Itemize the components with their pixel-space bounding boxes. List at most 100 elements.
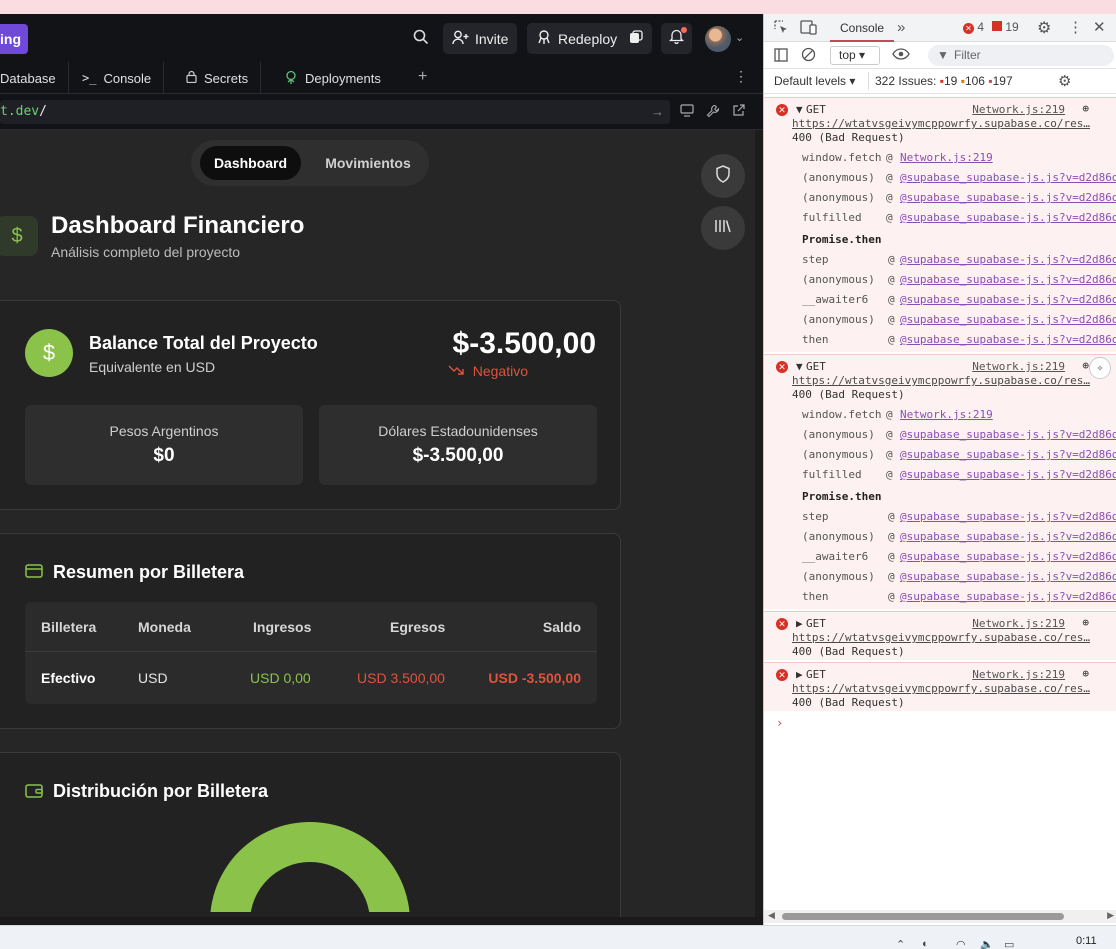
issues-link[interactable]: 322 Issues: ▪19 ▪106 ▪197: [875, 74, 1013, 88]
shield-button[interactable]: [701, 154, 745, 198]
stack-frame-at: @: [888, 333, 895, 346]
expand-triangle-icon[interactable]: ▼: [796, 103, 803, 116]
console-error-entry[interactable]: ✕ ▼ GET Network.js:219 ⊕ https://wtatvsg…: [764, 97, 1116, 352]
scroll-left-icon[interactable]: ◀: [768, 910, 775, 921]
redeploy-button[interactable]: Redeploy: [527, 23, 653, 54]
library-button[interactable]: [701, 206, 745, 250]
console-settings-icon[interactable]: ⚙: [1058, 72, 1071, 90]
console-prompt-icon[interactable]: ›: [776, 716, 783, 730]
scroll-right-icon[interactable]: ▶: [1107, 910, 1114, 921]
request-url[interactable]: https://wtatvsgeivymcppowrfy.supabase.co…: [792, 374, 1090, 387]
battery-icon[interactable]: ▭: [1004, 938, 1014, 949]
pesos-value: $0: [153, 445, 175, 466]
issues-counter[interactable]: 19: [992, 20, 1019, 34]
url-input[interactable]: t.dev/ →: [0, 100, 670, 124]
stack-frame-link[interactable]: @supabase_supabase-js.js?v=d2d86d: [900, 273, 1116, 286]
error-counter[interactable]: ✕ 4: [963, 20, 984, 34]
source-link[interactable]: Network.js:219: [972, 617, 1065, 630]
async-boundary: Promise.then: [802, 490, 882, 503]
content-scrollbar[interactable]: [755, 130, 763, 917]
settings-gear-icon[interactable]: ⚙: [1037, 18, 1051, 38]
eye-icon[interactable]: [892, 47, 910, 64]
tab-database[interactable]: Database: [0, 62, 69, 94]
filter-icon: ▼: [937, 48, 949, 62]
stack-frame-link[interactable]: @supabase_supabase-js.js?v=d2d86d: [900, 293, 1116, 306]
console-error-entry[interactable]: ✕ ▼ GET Network.js:219 ⊕ ✧ https://wtatv…: [764, 354, 1116, 609]
more-tabs-icon[interactable]: »: [897, 19, 905, 36]
request-url[interactable]: https://wtatvsgeivymcppowrfy.supabase.co…: [792, 682, 1090, 695]
default-levels-label: Default levels: [774, 74, 847, 88]
stack-frame-link[interactable]: @supabase_supabase-js.js?v=d2d86d: [900, 171, 1116, 184]
stack-frame-link[interactable]: @supabase_supabase-js.js?v=d2d86d: [900, 211, 1116, 224]
expand-triangle-icon[interactable]: ▼: [796, 360, 803, 373]
donut-slice-efectivo[interactable]: [210, 822, 410, 912]
stack-icon[interactable]: [629, 30, 643, 47]
tab-movimientos[interactable]: Movimientos: [313, 146, 423, 180]
source-link[interactable]: Network.js:219: [972, 103, 1065, 116]
monitor-icon[interactable]: [680, 104, 694, 120]
volume-icon[interactable]: 🔈: [980, 938, 994, 949]
scrollbar-thumb[interactable]: [782, 913, 1064, 920]
stack-frame-link[interactable]: @supabase_supabase-js.js?v=d2d86d: [900, 590, 1116, 603]
translate-icon[interactable]: ⊕: [1082, 616, 1089, 629]
external-link-icon[interactable]: [732, 104, 745, 120]
stack-frame-link[interactable]: @supabase_supabase-js.js?v=d2d86d: [900, 191, 1116, 204]
page-title: Dashboard Financiero: [51, 212, 305, 239]
inspect-element-icon[interactable]: [774, 20, 789, 38]
filter-input[interactable]: ▼ Filter: [928, 45, 1114, 66]
divider: [868, 72, 869, 90]
brand-button[interactable]: ing: [0, 24, 28, 54]
default-levels-select[interactable]: Default levels ▾: [774, 74, 855, 88]
invite-button[interactable]: Invite: [443, 23, 518, 54]
search-icon[interactable]: [413, 29, 429, 49]
stack-frame-link[interactable]: @supabase_supabase-js.js?v=d2d86d: [900, 253, 1116, 266]
device-toolbar-icon[interactable]: [800, 20, 817, 38]
add-user-icon: [452, 30, 469, 48]
stack-frame-link[interactable]: @supabase_supabase-js.js?v=d2d86d: [900, 428, 1116, 441]
close-icon[interactable]: ✕: [1093, 18, 1106, 36]
stack-frame-link[interactable]: Network.js:219: [900, 408, 993, 421]
stack-frame-link[interactable]: @supabase_supabase-js.js?v=d2d86d: [900, 530, 1116, 543]
more-vertical-icon[interactable]: ⋮: [734, 68, 748, 85]
wrench-icon[interactable]: [706, 104, 720, 121]
request-url[interactable]: https://wtatvsgeivymcppowrfy.supabase.co…: [792, 117, 1090, 130]
console-horizontal-scrollbar[interactable]: ◀ ▶: [764, 910, 1116, 923]
go-arrow-icon[interactable]: →: [651, 100, 664, 124]
expand-triangle-icon[interactable]: ▶: [796, 668, 803, 681]
tab-console[interactable]: Console: [830, 14, 895, 42]
tab-deployments[interactable]: Deployments: [272, 62, 393, 94]
source-link[interactable]: Network.js:219: [972, 360, 1065, 373]
translate-icon[interactable]: ⊕: [1082, 667, 1089, 680]
request-url[interactable]: https://wtatvsgeivymcppowrfy.supabase.co…: [792, 631, 1090, 644]
tab-secrets[interactable]: Secrets: [174, 62, 262, 94]
stack-frame-link[interactable]: Network.js:219: [900, 151, 993, 164]
notifications-button[interactable]: [661, 23, 692, 54]
expand-triangle-icon[interactable]: ▶: [796, 617, 803, 630]
chevron-down-icon[interactable]: ⌄: [735, 31, 744, 44]
tab-console[interactable]: >_ Console: [70, 62, 165, 94]
stack-frame-link[interactable]: @supabase_supabase-js.js?v=d2d86d: [900, 468, 1116, 481]
filter-placeholder: Filter: [954, 48, 981, 62]
stack-frame-link[interactable]: @supabase_supabase-js.js?v=d2d86d: [900, 333, 1116, 346]
context-select[interactable]: top ▾: [830, 46, 880, 65]
source-link[interactable]: Network.js:219: [972, 668, 1065, 681]
avatar[interactable]: [705, 26, 731, 52]
translate-icon[interactable]: ⊕: [1082, 102, 1089, 115]
translate-icon[interactable]: ⊕: [1082, 359, 1089, 372]
console-error-entry[interactable]: ✕ ▶ GET Network.js:219 ⊕ https://wtatvsg…: [764, 662, 1116, 711]
console-error-entry[interactable]: ✕ ▶ GET Network.js:219 ⊕ https://wtatvsg…: [764, 611, 1116, 660]
sidebar-toggle-icon[interactable]: [774, 48, 788, 65]
stack-frame-link[interactable]: @supabase_supabase-js.js?v=d2d86d: [900, 510, 1116, 523]
new-tab-icon[interactable]: +: [418, 68, 427, 86]
clear-console-icon[interactable]: [801, 47, 816, 65]
stack-frame-link[interactable]: @supabase_supabase-js.js?v=d2d86d: [900, 448, 1116, 461]
circle-icon[interactable]: ◐: [922, 938, 929, 949]
stack-frame-link[interactable]: @supabase_supabase-js.js?v=d2d86d: [900, 313, 1116, 326]
wifi-icon[interactable]: ◠: [956, 938, 966, 949]
ai-insight-icon[interactable]: ✧: [1089, 357, 1111, 379]
chevron-up-icon[interactable]: ⌃: [896, 938, 905, 949]
tab-dashboard[interactable]: Dashboard: [200, 146, 301, 180]
stack-frame-link[interactable]: @supabase_supabase-js.js?v=d2d86d: [900, 570, 1116, 583]
stack-frame-link[interactable]: @supabase_supabase-js.js?v=d2d86d: [900, 550, 1116, 563]
more-vertical-icon[interactable]: ⋮: [1068, 18, 1083, 36]
